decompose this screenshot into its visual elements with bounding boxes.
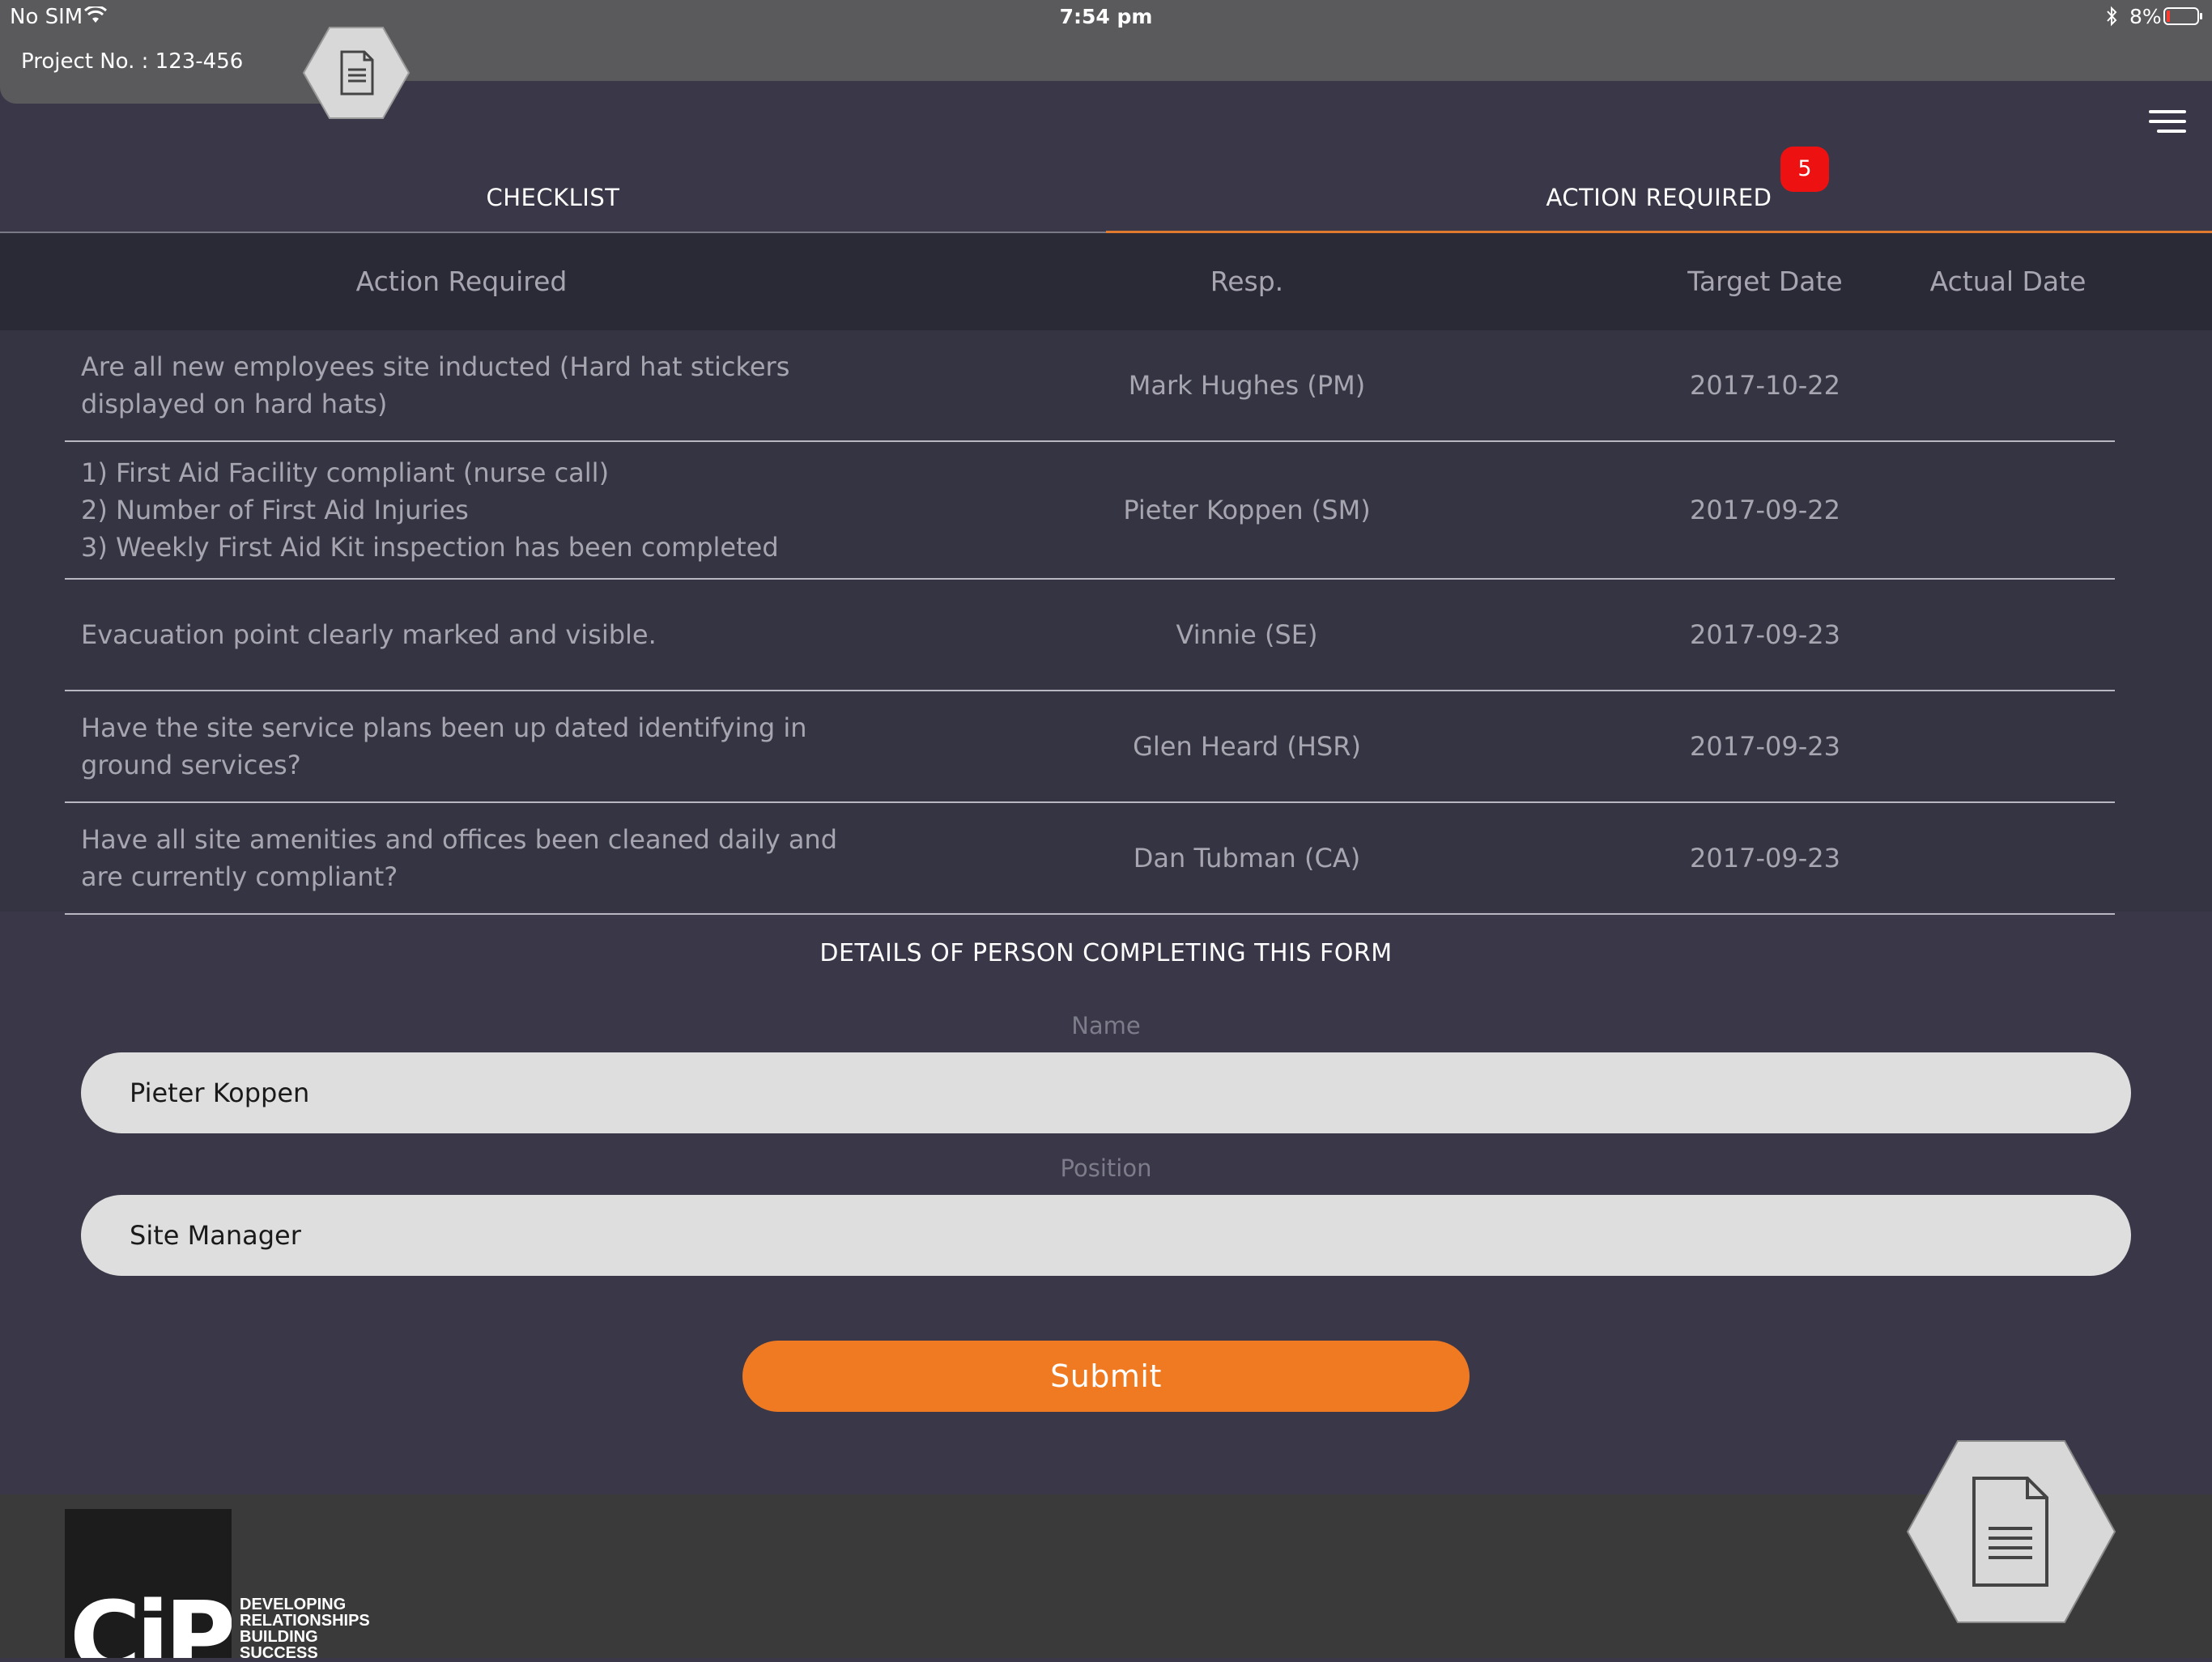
action-cell: 1) First Aid Facility compliant (nurse c… bbox=[81, 442, 842, 578]
action-cell: Have all site amenities and offices been… bbox=[81, 803, 842, 913]
resp-cell: Mark Hughes (PM) bbox=[1128, 370, 1366, 401]
table-row[interactable]: Have all site amenities and offices been… bbox=[0, 803, 2212, 915]
row-divider bbox=[65, 913, 2115, 915]
action-cell: Evacuation point clearly marked and visi… bbox=[81, 580, 842, 690]
company-tagline: DEVELOPING RELATIONSHIPS BUILDING SUCCES… bbox=[240, 1596, 370, 1661]
position-label: Position bbox=[1060, 1154, 1152, 1182]
column-header-target-date: Target Date bbox=[1687, 266, 1843, 297]
action-text-line: ground services? bbox=[81, 750, 301, 780]
tab-action-required[interactable]: ACTION REQUIRED bbox=[1106, 162, 2212, 233]
project-number: Project No. : 123-456 bbox=[21, 49, 244, 74]
resp-cell: Vinnie (SE) bbox=[1176, 619, 1318, 650]
logo-text: CiP bbox=[70, 1582, 232, 1659]
battery-icon bbox=[2163, 7, 2202, 25]
action-cell: Have the site service plans been up date… bbox=[81, 691, 842, 801]
table-row[interactable]: Are all new employees site inducted (Har… bbox=[0, 330, 2212, 442]
action-text-line: Are all new employees site inducted (Har… bbox=[81, 351, 790, 382]
actual-date-cell[interactable] bbox=[1911, 442, 2105, 578]
action-text-line: Have all site amenities and offices been… bbox=[81, 824, 838, 855]
tagline-line: SUCCESS bbox=[240, 1644, 318, 1662]
column-header-actual-date: Actual Date bbox=[1929, 266, 2087, 297]
submit-button[interactable]: Submit bbox=[742, 1341, 1470, 1412]
position-field[interactable] bbox=[81, 1195, 2131, 1276]
action-text-line: are currently compliant? bbox=[81, 861, 398, 892]
menu-icon[interactable] bbox=[2149, 108, 2186, 134]
target-date-cell: 2017-09-23 bbox=[1690, 731, 1840, 762]
name-field[interactable] bbox=[81, 1052, 2131, 1133]
action-text-line: Have the site service plans been up date… bbox=[81, 712, 807, 743]
target-date-cell: 2017-09-22 bbox=[1690, 495, 1840, 525]
action-count-badge: 5 bbox=[1780, 147, 1829, 192]
battery-percentage: 8% bbox=[2129, 5, 2162, 28]
document-action-button[interactable] bbox=[1904, 1438, 2118, 1626]
form-title: DETAILS OF PERSON COMPLETING THIS FORM bbox=[819, 939, 1393, 967]
action-text-line: 2) Number of First Aid Injuries bbox=[81, 495, 469, 525]
tagline-line: BUILDING bbox=[240, 1628, 318, 1646]
target-date-cell: 2017-09-23 bbox=[1690, 619, 1840, 650]
tagline-line: RELATIONSHIPS bbox=[240, 1612, 370, 1630]
bluetooth-icon bbox=[2107, 6, 2117, 27]
table-row[interactable]: 1) First Aid Facility compliant (nurse c… bbox=[0, 442, 2212, 580]
company-logo: CiP bbox=[65, 1509, 232, 1658]
document-button[interactable] bbox=[302, 24, 410, 121]
target-date-cell: 2017-09-23 bbox=[1690, 843, 1840, 874]
actual-date-cell[interactable] bbox=[1911, 580, 2105, 690]
action-cell: Are all new employees site inducted (Har… bbox=[81, 330, 842, 440]
resp-cell: Pieter Koppen (SM) bbox=[1123, 495, 1371, 525]
column-header-resp: Resp. bbox=[1210, 266, 1284, 297]
tagline-line: DEVELOPING bbox=[240, 1596, 347, 1613]
table-header: Action Required Resp. Target Date Actual… bbox=[0, 233, 2212, 330]
name-label: Name bbox=[1071, 1012, 1141, 1039]
target-date-cell: 2017-10-22 bbox=[1690, 370, 1840, 401]
table-row[interactable]: Evacuation point clearly marked and visi… bbox=[0, 580, 2212, 691]
actual-date-cell[interactable] bbox=[1911, 330, 2105, 440]
action-text-line: 3) Weekly First Aid Kit inspection has b… bbox=[81, 532, 779, 563]
actual-date-cell[interactable] bbox=[1911, 803, 2105, 913]
tab-checklist[interactable]: CHECKLIST bbox=[0, 162, 1106, 233]
action-text-line: 1) First Aid Facility compliant (nurse c… bbox=[81, 457, 610, 488]
action-table: Are all new employees site inducted (Har… bbox=[0, 330, 2212, 915]
table-row[interactable]: Have the site service plans been up date… bbox=[0, 691, 2212, 803]
resp-cell: Dan Tubman (CA) bbox=[1133, 843, 1361, 874]
action-text-line: Evacuation point clearly marked and visi… bbox=[81, 619, 657, 650]
column-header-action: Action Required bbox=[355, 266, 568, 297]
action-text-line: displayed on hard hats) bbox=[81, 389, 388, 419]
actual-date-cell[interactable] bbox=[1911, 691, 2105, 801]
resp-cell: Glen Heard (HSR) bbox=[1133, 731, 1361, 762]
